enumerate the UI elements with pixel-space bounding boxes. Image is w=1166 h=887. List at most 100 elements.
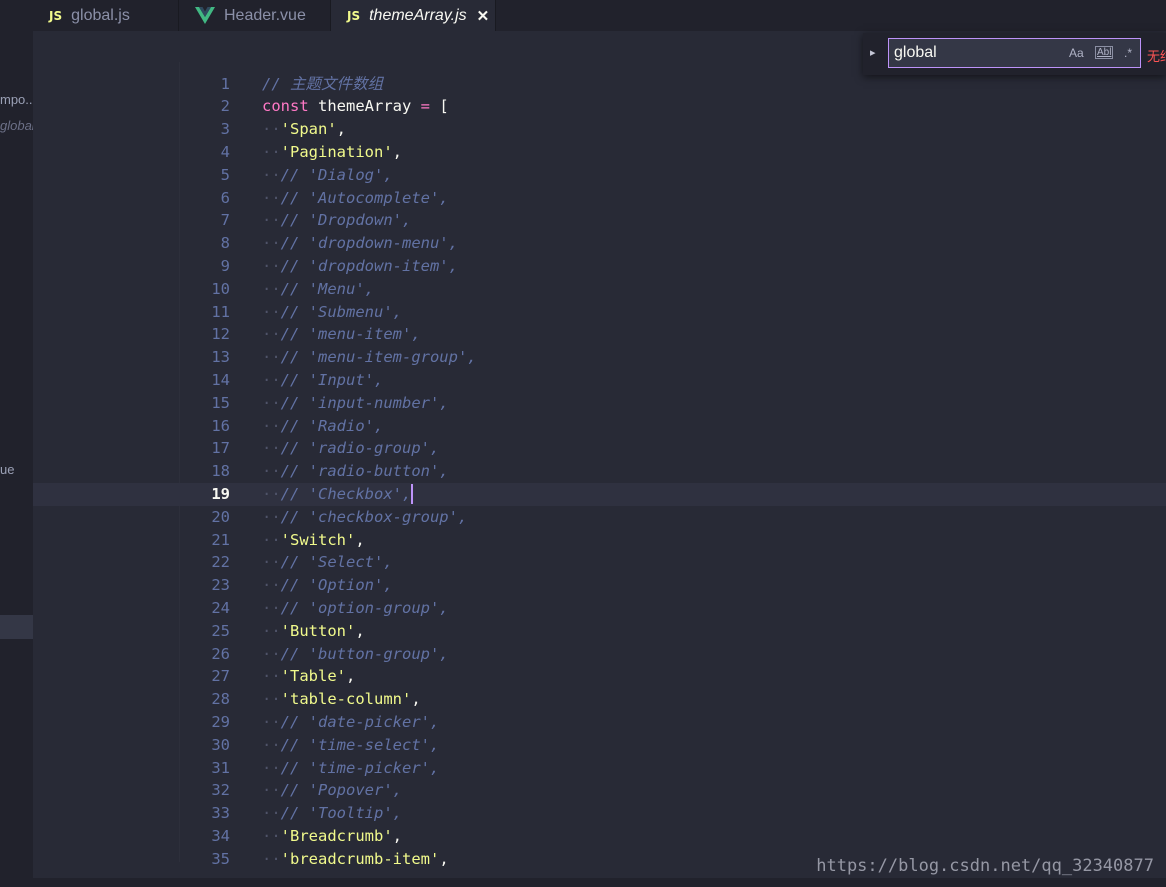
line-number: 19 [211,484,230,503]
sidebar-item-vue[interactable]: ue [0,462,33,477]
find-widget: ▸ global Aa Abl .* 无结果 [863,33,1166,75]
code-line[interactable]: 24 ··// 'option-group', [33,597,1166,620]
code-token: 'breadcrumb-item' [280,849,440,868]
code-line[interactable]: 12 ··// 'menu-item', [33,323,1166,346]
code-line[interactable]: 19 ··// 'Checkbox', [33,482,1166,506]
indent-guide: ·· [262,507,281,526]
line-code: ··// 'Select', [262,551,393,574]
tab-header-vue[interactable]: Header.vue [179,0,331,31]
indent-guide: ·· [262,211,281,230]
indent-guide: ·· [262,553,281,572]
close-icon[interactable]: ✕ [477,7,490,25]
code-line[interactable]: 14 ··// 'Input', [33,369,1166,392]
tab-themearray-js[interactable]: JS themeArray.js ✕ [331,0,496,31]
code-line[interactable]: 29 ··// 'date-picker', [33,711,1166,734]
line-number: 30 [211,735,230,754]
code-token: , [346,667,356,686]
line-code: ··// 'Submenu', [262,301,402,324]
code-line[interactable]: 9 ··// 'dropdown-item', [33,255,1166,278]
code-line[interactable]: 34 ··'Breadcrumb', [33,825,1166,848]
code-line[interactable]: 28 ··'table-column', [33,688,1166,711]
indent-guide: ·· [262,462,281,481]
indent-guide: ·· [262,439,281,458]
code-token: // 'Dialog', [280,165,393,184]
indent-guide: ·· [262,598,281,617]
line-code: ··// 'menu-item', [262,323,421,346]
code-token: // 'input-number', [280,393,449,412]
line-code: ··// 'date-picker', [262,711,439,734]
code-line[interactable]: 4 ··'Pagination', [33,141,1166,164]
code-line[interactable]: 7 ··// 'Dropdown', [33,209,1166,232]
code-line[interactable]: 8 ··// 'dropdown-menu', [33,232,1166,255]
sidebar-item-global[interactable]: global [0,118,33,133]
code-line[interactable]: 3 ··'Span', [33,118,1166,141]
code-line[interactable]: 32 ··// 'Popover', [33,779,1166,802]
indent-guide: ·· [262,256,281,275]
tab-bar: JS global.js Header.vue JS themeArray.js… [33,0,1166,31]
line-number: 26 [211,644,230,663]
code-token: , [411,690,421,709]
code-line[interactable]: 25 ··'Button', [33,620,1166,643]
code-line[interactable]: 33 ··// 'Tooltip', [33,802,1166,825]
code-line[interactable]: 20 ··// 'checkbox-group', [33,506,1166,529]
code-token: // 'dropdown-menu', [280,234,458,253]
indent-guide: ·· [262,621,281,640]
code-line[interactable]: 22 ··// 'Select', [33,551,1166,574]
code-line[interactable]: 10 ··// 'Menu', [33,278,1166,301]
line-number: 15 [211,393,230,412]
code-line[interactable]: 11 ··// 'Submenu', [33,301,1166,324]
tab-global-js[interactable]: JS global.js [33,0,179,31]
tab-label: themeArray.js [369,6,467,24]
sidebar-item-selected[interactable] [0,615,33,639]
code-line[interactable]: 13 ··// 'menu-item-group', [33,346,1166,369]
toggle-replace-icon[interactable]: ▸ [870,46,876,59]
tab-label: global.js [71,6,130,24]
line-number: 5 [220,165,230,184]
code-line[interactable]: 18 ··// 'radio-button', [33,460,1166,483]
indent-guide: ·· [262,758,281,777]
code-editor[interactable]: 1// 主题文件数组 2 const themeArray = [3 ··'Span'… [33,62,1166,887]
code-token: , [392,826,402,845]
line-number: 6 [220,188,230,207]
code-line[interactable]: 15 ··// 'input-number', [33,392,1166,415]
explorer-sidebar[interactable]: mpo... global ue [0,0,33,887]
indent-guide: ·· [262,576,281,595]
whole-word-button[interactable]: Abl [1095,46,1114,59]
js-file-icon: JS [347,8,361,23]
line-number: 24 [211,598,230,617]
indent-guide: ·· [262,667,281,686]
match-case-button[interactable]: Aa [1069,46,1084,60]
line-number: 2 [220,97,230,116]
code-token: 'Table' [280,667,346,686]
code-line[interactable]: 1 // 主题文件数组 [33,73,1166,96]
code-line[interactable]: 2 const themeArray = [ [33,95,1166,118]
code-token: // 'radio-group', [280,439,440,458]
find-result-status: 无结果 [1147,50,1166,65]
code-line[interactable]: 5 ··// 'Dialog', [33,164,1166,187]
code-token: // 'radio-button', [280,462,449,481]
sidebar-item-imports[interactable]: mpo... [0,92,33,107]
line-code: ··// 'dropdown-menu', [262,232,458,255]
code-line[interactable]: 31 ··// 'time-picker', [33,757,1166,780]
line-number: 34 [211,826,230,845]
code-line[interactable]: 17 ··// 'radio-group', [33,437,1166,460]
code-token: // 'button-group', [280,644,449,663]
code-line[interactable]: 27 ··'Table', [33,665,1166,688]
sidebar-item-label: global [0,118,33,133]
code-token: // 'Input', [280,370,384,389]
regex-button[interactable]: .* [1124,46,1132,60]
code-line[interactable]: 30 ··// 'time-select', [33,734,1166,757]
watermark: https://blog.csdn.net/qq_32340877 [816,856,1154,876]
indent-guide: ·· [262,735,281,754]
code-line[interactable]: 6 ··// 'Autocomplete', [33,187,1166,210]
line-number: 1 [220,74,230,93]
code-line[interactable]: 16 ··// 'Radio', [33,415,1166,438]
indent-guide: ·· [262,234,281,253]
code-token: // 'Checkbox', [280,484,412,503]
code-line[interactable]: 26 ··// 'button-group', [33,643,1166,666]
code-line[interactable]: 23 ··// 'Option', [33,574,1166,597]
line-code: ··'Button', [262,620,365,643]
code-line[interactable]: 21 ··'Switch', [33,529,1166,552]
line-code: ··'breadcrumb-item', [262,848,449,871]
js-file-icon: JS [49,8,63,23]
